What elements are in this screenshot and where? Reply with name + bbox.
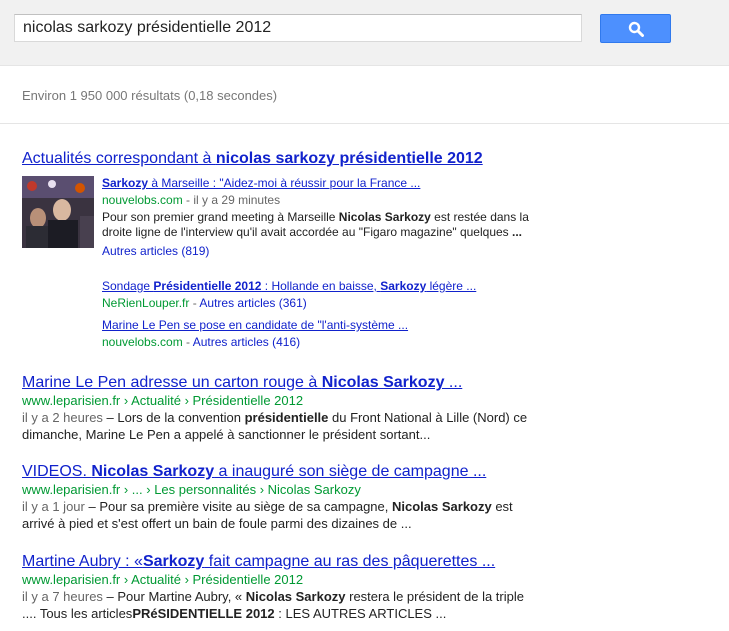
news-main-title-rest: à Marseille : "Aidez-moi à réussir pour … xyxy=(148,176,421,190)
news-heading-query: nicolas sarkozy présidentielle 2012 xyxy=(215,150,483,167)
snippet-bold: PRéSIDENTIELLE 2012 xyxy=(132,606,275,621)
snippet-text: – Pour sa première visite au siège de sa… xyxy=(84,499,392,514)
title-bold: Sarkozy xyxy=(380,279,427,293)
result-2-url: www.leparisien.fr › ... › Les personnali… xyxy=(22,482,361,497)
snippet-text: Pour son premier grand meeting à Marseil… xyxy=(102,210,339,224)
separator: - xyxy=(189,296,200,310)
news-heading-link[interactable]: Actualités correspondant à nicolas sarko… xyxy=(22,150,483,168)
snippet-text: – Lors de la convention xyxy=(102,410,245,425)
snippet-ellipsis: ... xyxy=(512,225,523,239)
search-input[interactable]: nicolas sarkozy présidentielle 2012 xyxy=(14,14,582,42)
news-main-more-link[interactable]: Autres articles (819) xyxy=(102,244,209,258)
title-bold: Nicolas Sarkozy xyxy=(91,463,215,480)
result-3-url: www.leparisien.fr › Actualité › Présiden… xyxy=(22,572,304,587)
title-text: VIDEOS. xyxy=(22,463,92,480)
result-2-title[interactable]: VIDEOS. Nicolas Sarkozy a inauguré son s… xyxy=(22,462,542,482)
news-main-source: nouvelobs.com xyxy=(102,193,183,207)
result-3-title[interactable]: Martine Aubry : «Sarkozy fait campagne a… xyxy=(22,552,542,572)
result-3-snippet: il y a 7 heures – Pour Martine Aubry, « … xyxy=(22,588,542,622)
result-1: Marine Le Pen adresse un carton rouge à … xyxy=(22,373,542,443)
title-text: fait campagne au ras des pâquerettes ... xyxy=(204,553,496,570)
title-bold: Nicolas Sarkozy xyxy=(321,374,445,391)
snippet-text: : LES AUTRES ARTICLES ... xyxy=(274,606,447,621)
title-text: Marine Le Pen adresse un carton rouge à xyxy=(22,374,322,391)
top-bar: nicolas sarkozy présidentielle 2012 xyxy=(0,0,729,66)
snippet-bold: présidentielle xyxy=(244,410,329,425)
snippet-text: – Pour Martine Aubry, « xyxy=(102,589,246,604)
news-main-title[interactable]: Sarkozy à Marseille : "Aidez-moi à réuss… xyxy=(102,176,542,191)
separator: - xyxy=(182,335,193,349)
result-1-url: www.leparisien.fr › Actualité › Présiden… xyxy=(22,393,304,408)
result-2-snippet: il y a 1 jour – Pour sa première visite … xyxy=(22,498,542,532)
title-bold: Sarkozy xyxy=(142,553,205,570)
title-text: a inauguré son siège de campagne ... xyxy=(214,463,487,480)
snippet-bold: Nicolas Sarkozy xyxy=(392,499,492,514)
news-heading-prefix: Actualités correspondant à xyxy=(22,150,216,167)
news-item-2-more-link[interactable]: Autres articles (361) xyxy=(199,296,306,310)
search-button[interactable] xyxy=(600,14,671,43)
result-2: VIDEOS. Nicolas Sarkozy a inauguré son s… xyxy=(22,462,542,532)
news-item-3-source: nouvelobs.com xyxy=(102,335,183,349)
news-item-3: Marine Le Pen se pose en candidate de "l… xyxy=(102,318,542,350)
news-item-2: Sondage Présidentielle 2012 : Hollande e… xyxy=(102,279,542,311)
thumbnail-image xyxy=(22,176,94,248)
snippet-bold: Nicolas Sarkozy xyxy=(245,589,346,604)
title-text: Sondage xyxy=(102,279,154,293)
title-text: ... xyxy=(444,374,463,391)
result-time: il y a 7 heures xyxy=(22,589,103,604)
result-time: il y a 1 jour xyxy=(22,499,85,514)
news-main-time: - il y a 29 minutes xyxy=(182,193,281,207)
search-icon xyxy=(628,21,644,37)
photo-thumbnail[interactable] xyxy=(22,176,94,248)
result-3: Martine Aubry : «Sarkozy fait campagne a… xyxy=(22,552,542,622)
result-1-snippet: il y a 2 heures – Lors de la convention … xyxy=(22,409,542,443)
news-item-2-title[interactable]: Sondage Présidentielle 2012 : Hollande e… xyxy=(102,279,542,294)
title-text: légère ... xyxy=(426,279,477,293)
news-item-3-title[interactable]: Marine Le Pen se pose en candidate de "l… xyxy=(102,318,542,333)
news-main-title-bold: Sarkozy xyxy=(102,176,149,190)
divider xyxy=(0,123,729,124)
result-time: il y a 2 heures xyxy=(22,410,103,425)
results-stats: Environ 1 950 000 résultats (0,18 second… xyxy=(22,88,278,103)
news-main-item: Sarkozy à Marseille : "Aidez-moi à réuss… xyxy=(102,176,542,259)
news-main-snippet: Pour son premier grand meeting à Marseil… xyxy=(102,210,534,240)
news-item-2-source: NeRienLouper.fr xyxy=(102,296,190,310)
title-bold: Présidentielle 2012 xyxy=(153,279,262,293)
news-item-3-more-link[interactable]: Autres articles (416) xyxy=(193,335,300,349)
title-text: : Hollande en baisse, xyxy=(261,279,381,293)
snippet-bold: Nicolas Sarkozy xyxy=(338,210,431,224)
result-1-title[interactable]: Marine Le Pen adresse un carton rouge à … xyxy=(22,373,542,393)
title-text: Martine Aubry : « xyxy=(22,553,143,570)
